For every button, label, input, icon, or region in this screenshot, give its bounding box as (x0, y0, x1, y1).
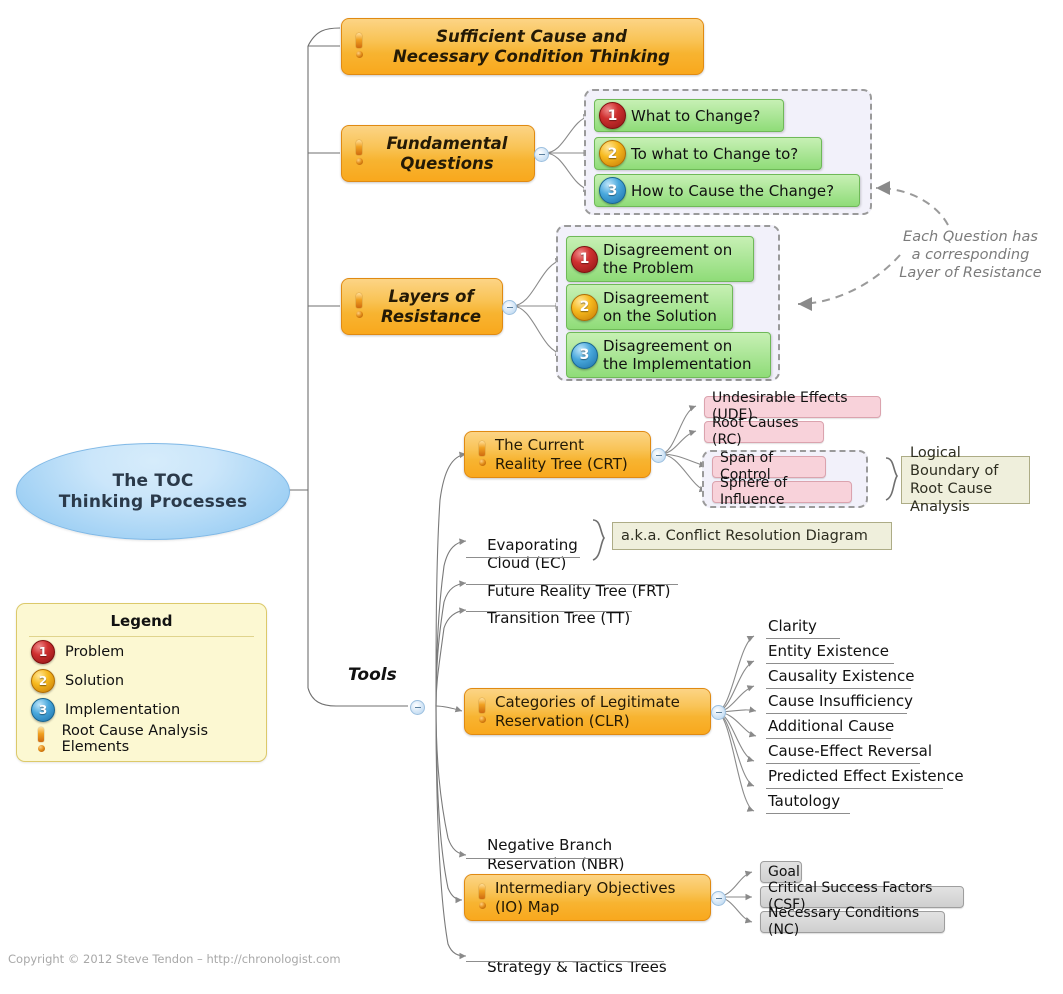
legend-item-implementation: 3 Implementation (17, 695, 266, 724)
badge-2-icon: 2 (599, 140, 626, 167)
leaf-underline (766, 763, 920, 764)
leaf-underline (466, 858, 620, 859)
exclamation-icon (350, 32, 368, 62)
node-layers-of-resistance[interactable]: Layers of Resistance (341, 278, 503, 335)
node-sufficient-cause-label: Sufficient Cause and Necessary Condition … (392, 26, 670, 66)
note-conflict-resolution-diagram: a.k.a. Conflict Resolution Diagram (612, 522, 892, 550)
resistance-label: Disagreement on the Problem (603, 241, 733, 277)
resistance-item[interactable]: 2 Disagreement on the Solution (566, 284, 733, 330)
badge-1-icon: 1 (31, 639, 55, 664)
annotation-each-question: Each Question has a corresponding Layer … (899, 229, 1042, 281)
question-item[interactable]: 1 What to Change? (594, 99, 784, 132)
leaf-strategy-tactics-trees[interactable]: Strategy & Tactics Trees (468, 940, 667, 994)
badge-1-icon: 1 (571, 245, 598, 273)
collapse-toggle-fundamental-questions[interactable] (534, 147, 549, 162)
note-logical-boundary-label: Logical Boundary of Root Cause Analysis (910, 445, 999, 515)
clr-item[interactable]: Predicted Effect Existence (768, 767, 964, 785)
question-item[interactable]: 2 To what to Change to? (594, 137, 822, 170)
resistance-label: Disagreement on the Solution (603, 289, 717, 325)
clr-item[interactable]: Causality Existence (768, 667, 914, 685)
collapse-toggle-layers-of-resistance[interactable] (502, 300, 517, 315)
legend-item-problem: 1 Problem (17, 637, 266, 666)
leaf-underline (466, 584, 678, 585)
collapse-toggle-clr[interactable] (711, 705, 726, 720)
legend-item-label: Problem (65, 643, 125, 660)
node-fundamental-questions-label: Fundamental Questions (386, 133, 508, 173)
leaf-underline (766, 638, 840, 639)
copyright-footer: Copyright © 2012 Steve Tendon – http://c… (8, 952, 341, 966)
note-logical-boundary: Logical Boundary of Root Cause Analysis (901, 445, 1030, 515)
node-io-map[interactable]: Intermediary Objectives (IO) Map (464, 874, 711, 921)
node-io-map-label: Intermediary Objectives (IO) Map (495, 878, 676, 916)
leaf-underline (766, 788, 943, 789)
clr-item[interactable]: Clarity (768, 617, 817, 635)
question-label: What to Change? (631, 106, 761, 125)
io-child-nc[interactable]: Necessary Conditions (NC) (760, 905, 945, 938)
leaf-underline (466, 557, 580, 558)
crt-child-sphere-of-influence[interactable]: Sphere of Influence (712, 475, 852, 508)
note-crd-label: a.k.a. Conflict Resolution Diagram (621, 528, 868, 544)
question-label: To what to Change to? (631, 144, 799, 163)
clr-item[interactable]: Additional Cause (768, 717, 894, 735)
leaf-underline (766, 688, 911, 689)
central-node-label: The TOC Thinking Processes (58, 470, 248, 512)
node-current-reality-tree[interactable]: The Current Reality Tree (CRT) (464, 431, 651, 478)
badge-3-icon: 3 (31, 697, 55, 722)
resistance-label: Disagreement on the Implementation (603, 337, 752, 373)
question-label: How to Cause the Change? (631, 181, 835, 200)
clr-item[interactable]: Cause Insufficiency (768, 692, 913, 710)
resistance-item[interactable]: 3 Disagreement on the Implementation (566, 332, 771, 378)
node-layers-of-resistance-label: Layers of Resistance (380, 286, 482, 326)
exclamation-icon (473, 883, 491, 913)
node-clr-label: Categories of Legitimate Reservation (CLR… (495, 692, 680, 730)
node-tools[interactable]: Tools (348, 665, 397, 685)
exclamation-icon (31, 726, 52, 752)
legend-item-label: Solution (65, 672, 125, 689)
leaf-underline (766, 813, 850, 814)
resistance-item[interactable]: 1 Disagreement on the Problem (566, 236, 754, 282)
badge-3-icon: 3 (571, 341, 598, 369)
node-sufficient-cause[interactable]: Sufficient Cause and Necessary Condition … (341, 18, 704, 75)
leaf-transition-tree[interactable]: Transition Tree (TT) (468, 591, 630, 645)
collapse-toggle-tools[interactable] (410, 700, 425, 715)
legend-panel: Legend 1 Problem 2 Solution 3 Implementa… (16, 603, 267, 762)
node-fundamental-questions[interactable]: Fundamental Questions (341, 125, 535, 182)
legend-item-solution: 2 Solution (17, 666, 266, 695)
leaf-underline (466, 961, 664, 962)
leaf-underline (466, 611, 632, 612)
badge-3-icon: 3 (599, 177, 626, 204)
clr-item[interactable]: Entity Existence (768, 642, 889, 660)
leaf-underline (766, 738, 891, 739)
collapse-toggle-crt[interactable] (651, 448, 666, 463)
exclamation-icon (473, 697, 491, 727)
node-current-reality-tree-label: The Current Reality Tree (CRT) (495, 435, 628, 473)
mindmap-canvas: The TOC Thinking Processes Sufficient Cau… (0, 0, 1063, 977)
central-node[interactable]: The TOC Thinking Processes (16, 443, 290, 540)
exclamation-icon (350, 139, 368, 169)
question-item[interactable]: 3 How to Cause the Change? (594, 174, 860, 207)
leaf-underline (766, 713, 907, 714)
legend-title: Legend (110, 612, 173, 630)
leaf-underline (766, 663, 894, 664)
badge-2-icon: 2 (571, 293, 598, 321)
clr-item[interactable]: Cause-Effect Reversal (768, 742, 932, 760)
clr-item[interactable]: Tautology (768, 792, 840, 810)
legend-item-label: Implementation (65, 701, 181, 718)
badge-2-icon: 2 (31, 668, 55, 693)
legend-item-label: Root Cause Analysis Elements (61, 722, 209, 755)
crt-child-rc[interactable]: Root Causes (RC) (704, 415, 824, 448)
collapse-toggle-io-map[interactable] (711, 891, 726, 906)
node-clr[interactable]: Categories of Legitimate Reservation (CLR… (464, 688, 711, 735)
badge-1-icon: 1 (599, 102, 626, 129)
exclamation-icon (350, 292, 368, 322)
legend-item-rca: Root Cause Analysis Elements (17, 722, 266, 755)
exclamation-icon (473, 440, 491, 470)
